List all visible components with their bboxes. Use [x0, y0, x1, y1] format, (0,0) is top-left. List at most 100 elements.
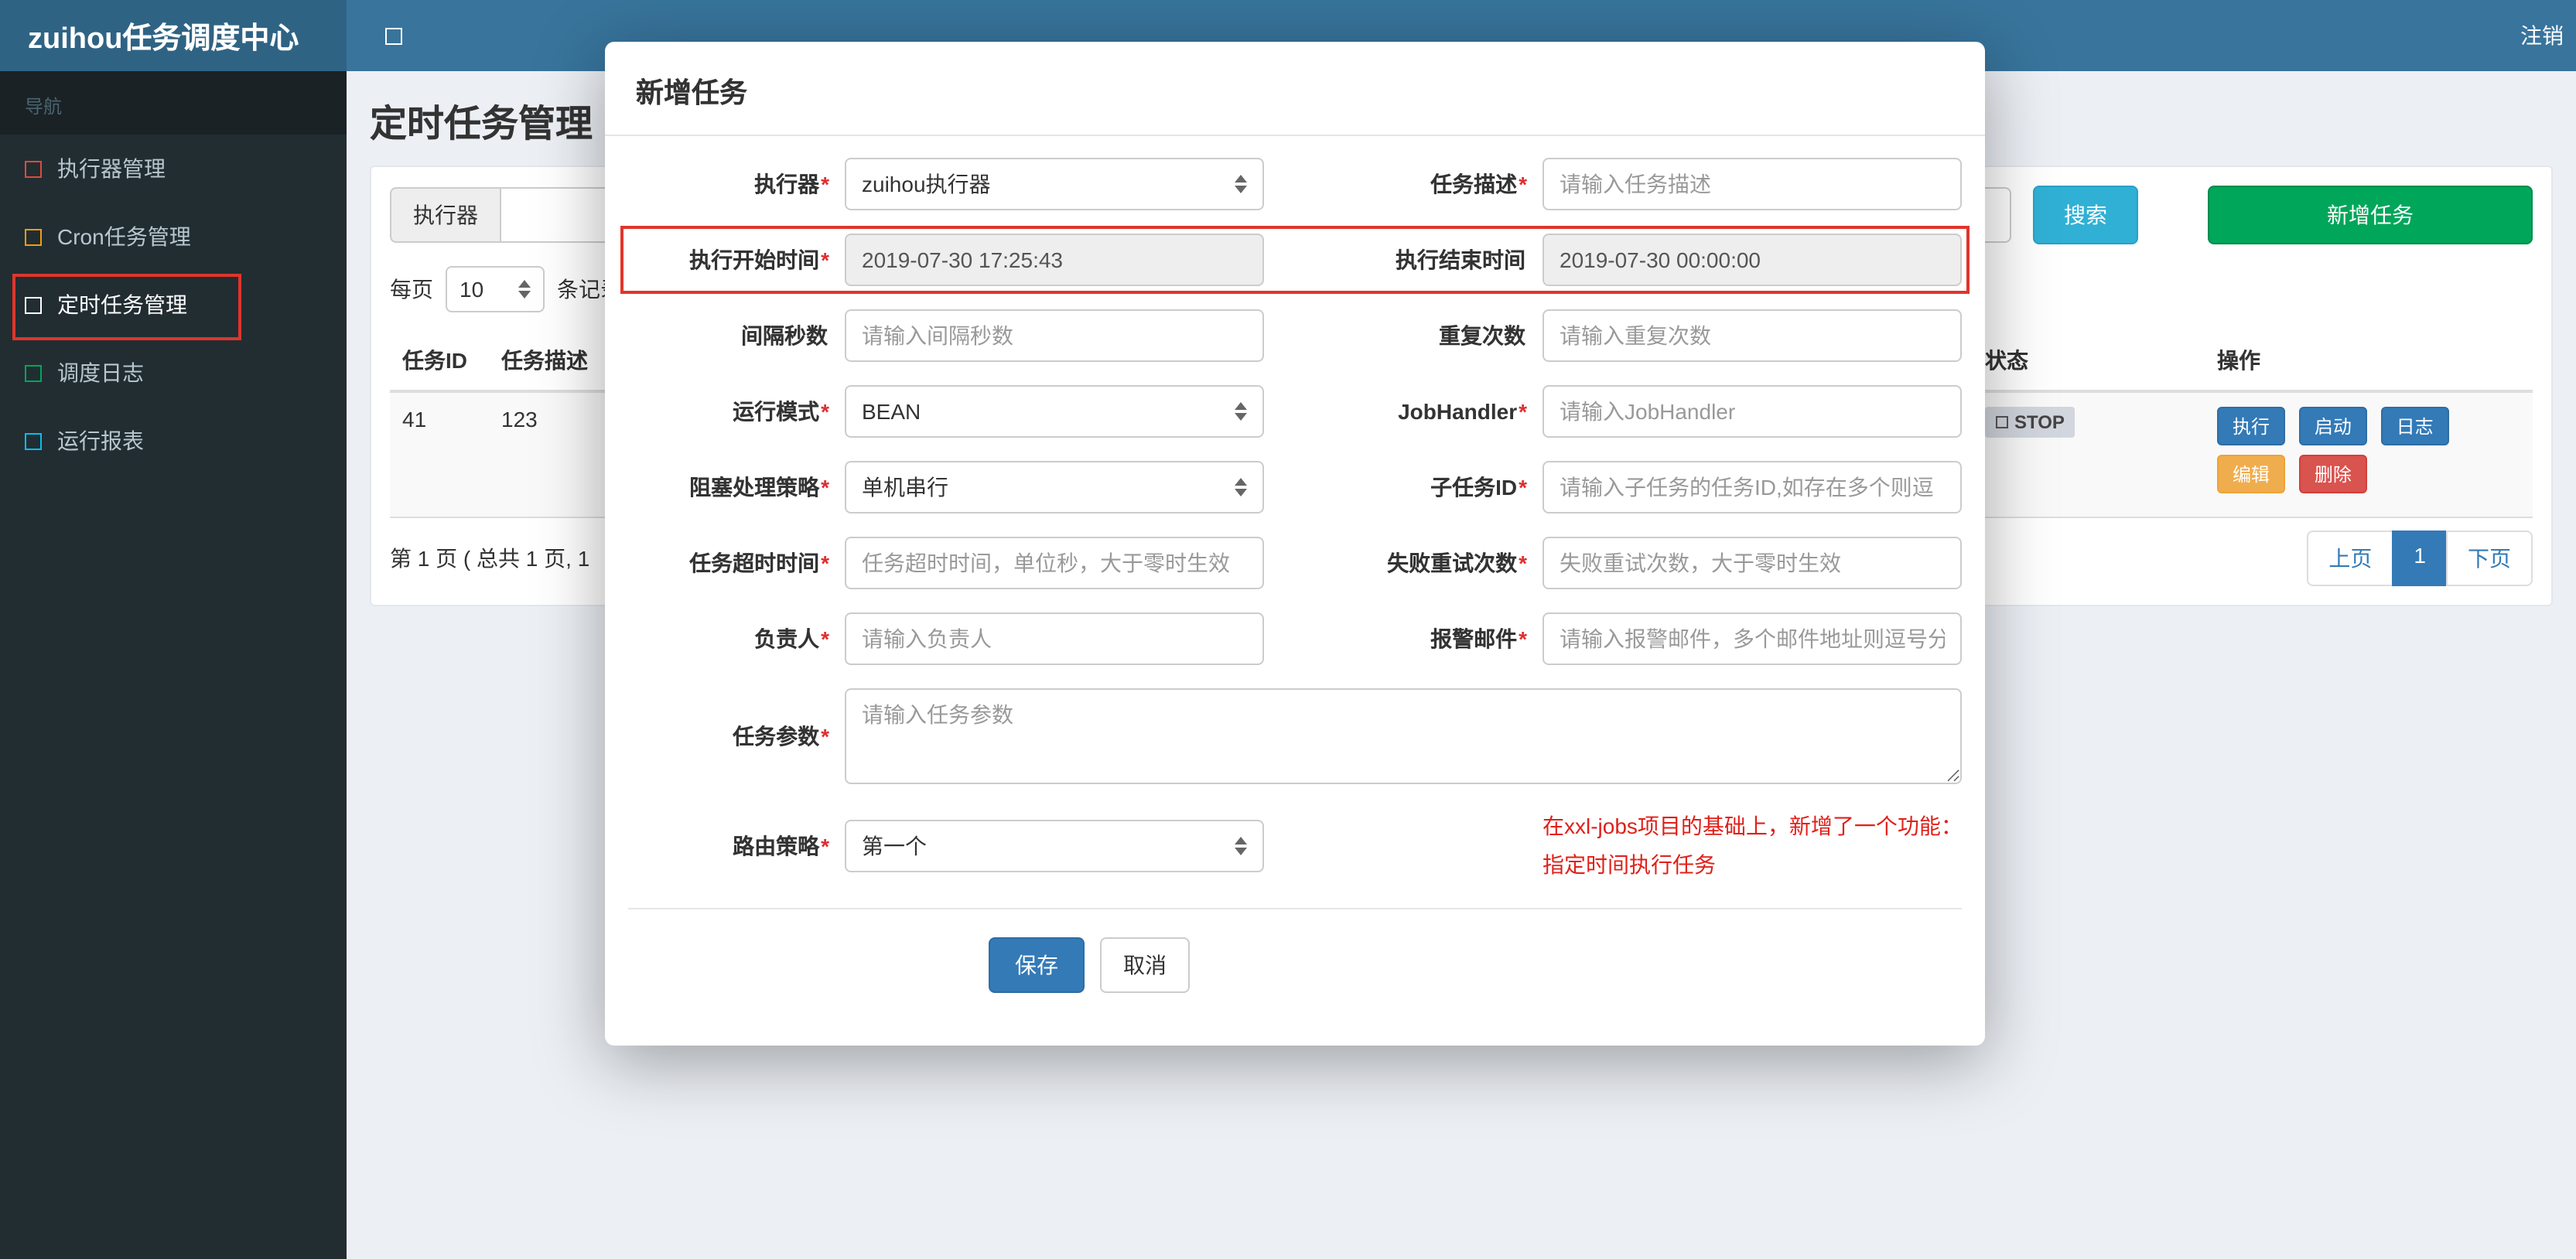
form-row: 间隔秒数 重复次数 [628, 309, 1962, 362]
sidebar-toggle-icon [384, 27, 401, 44]
executor-select[interactable]: zuihou执行器 [845, 158, 1264, 210]
owner-label: 负责人 * [754, 626, 829, 651]
square-icon [1996, 416, 2008, 428]
square-outline-icon [25, 228, 42, 245]
task-params-textarea[interactable] [845, 688, 1962, 784]
per-page-prefix: 每页 [390, 277, 433, 302]
sidebar-item-label: 定时任务管理 [57, 292, 187, 317]
feature-note-line2: 指定时间执行任务 [1543, 852, 1716, 877]
add-task-modal: 新增任务 执行器* zuihou执行器 任务描述* 执行开始时间* 执行结束时间 [605, 42, 1985, 1046]
pager: 上页 1 下页 [2307, 531, 2533, 586]
end-time-input[interactable] [1543, 234, 1962, 286]
sidebar: 导航 执行器管理 Cron任务管理 定时任务管理 调度日志 运行报表 [0, 71, 347, 1259]
jobhandler-input[interactable] [1543, 385, 1962, 438]
pagination-info: 第 1 页 ( 总共 1 页, 1 [390, 546, 590, 571]
sidebar-item-schedule-log[interactable]: 调度日志 [0, 339, 347, 407]
add-task-button[interactable]: 新增任务 [2208, 186, 2533, 244]
child-task-input[interactable] [1543, 461, 1962, 513]
sidebar-item-label: 运行报表 [57, 428, 144, 453]
end-time-label: 执行结束时间 [1396, 247, 1525, 272]
sidebar-item-cron-task-manage[interactable]: Cron任务管理 [0, 203, 347, 271]
block-strategy-select[interactable]: 单机串行 [845, 461, 1264, 513]
square-outline-icon [25, 432, 42, 449]
executor-label: 执行器 * [754, 172, 829, 196]
search-button[interactable]: 搜索 [2033, 186, 2138, 244]
run-button[interactable]: 执行 [2217, 407, 2286, 445]
status-text: STOP [2014, 411, 2065, 433]
repeat-count-label: 重复次数 [1439, 323, 1525, 348]
retry-count-input[interactable] [1543, 537, 1962, 589]
jobhandler-label: JobHandler * [1398, 399, 1527, 424]
start-time-label: 执行开始时间 * [689, 247, 829, 272]
start-time-input[interactable] [845, 234, 1264, 286]
child-task-label: 子任务ID * [1430, 475, 1527, 500]
select-value: 第一个 [862, 834, 927, 858]
per-page-select[interactable]: 10 [446, 266, 545, 312]
edit-button[interactable]: 编辑 [2217, 455, 2286, 493]
select-value: 单机串行 [862, 475, 948, 500]
log-button[interactable]: 日志 [2380, 407, 2449, 445]
sidebar-item-label: Cron任务管理 [57, 224, 191, 249]
annotated-time-row: 执行开始时间* 执行结束时间 [620, 226, 1970, 294]
sidebar-item-executor-manage[interactable]: 执行器管理 [0, 135, 347, 203]
square-outline-icon [25, 364, 42, 381]
form-row: 路由策略 * 第一个 在xxl-jobs项目的基础上，新增了一个功能： 指定时间执… [628, 807, 1963, 885]
run-mode-select[interactable]: BEAN [845, 385, 1264, 438]
owner-input[interactable] [845, 612, 1264, 665]
sidebar-item-timed-task-manage[interactable]: 定时任务管理 [0, 271, 347, 339]
form-row: 运行模式 * BEAN JobHandler * [628, 385, 1962, 438]
header-task-id: 任务ID [390, 331, 489, 393]
form-row: 任务超时时间* 失败重试次数* [628, 537, 1962, 589]
route-strategy-select[interactable]: 第一个 [845, 820, 1264, 872]
feature-note-line1: 在xxl-jobs项目的基础上，新增了一个功能： [1543, 814, 1963, 838]
logout-link[interactable]: 注销 [2520, 20, 2567, 51]
select-arrows-icon [1235, 837, 1247, 855]
prev-page-button[interactable]: 上页 [2307, 531, 2394, 586]
sidebar-item-run-report[interactable]: 运行报表 [0, 407, 347, 475]
route-strategy-label: 路由策略 * [733, 834, 829, 858]
app: zuihou任务调度中心 注销 导航 执行器管理 Cron任务管理 定时任务管理 [0, 0, 2576, 1259]
cell-task-id: 41 [390, 391, 489, 518]
start-button[interactable]: 启动 [2298, 407, 2367, 445]
sidebar-header: 导航 [0, 71, 347, 135]
timeout-input[interactable] [845, 537, 1264, 589]
retry-count-label: 失败重试次数 * [1387, 551, 1527, 575]
sidebar-toggle-button[interactable] [373, 15, 413, 56]
status-badge: STOP [1985, 407, 2075, 438]
interval-input[interactable] [845, 309, 1264, 362]
select-arrows-icon [518, 280, 531, 299]
page-1-button[interactable]: 1 [2392, 531, 2448, 586]
run-mode-label: 运行模式 * [733, 399, 829, 424]
alarm-email-input[interactable] [1543, 612, 1962, 665]
modal-title: 新增任务 [605, 42, 1985, 136]
save-button[interactable]: 保存 [989, 937, 1085, 993]
sidebar-item-label: 调度日志 [57, 360, 144, 385]
modal-body: 执行器* zuihou执行器 任务描述* 执行开始时间* 执行结束时间 间隔秒数 [605, 136, 1985, 1046]
square-outline-icon [25, 296, 42, 313]
form-row: 执行器 * zuihou执行器 任务描述 * [628, 158, 1962, 210]
repeat-count-input[interactable] [1543, 309, 1962, 362]
cancel-button[interactable]: 取消 [1100, 937, 1190, 993]
select-arrows-icon [1235, 478, 1247, 496]
app-brand: zuihou任务调度中心 [0, 0, 347, 71]
timeout-label: 任务超时时间 * [689, 551, 829, 575]
feature-note: 在xxl-jobs项目的基础上，新增了一个功能： 指定时间执行任务 [1543, 807, 1963, 885]
interval-label: 间隔秒数 [741, 323, 828, 348]
modal-footer: 保存 取消 [628, 909, 1962, 1046]
select-value: BEAN [862, 399, 921, 424]
alarm-email-label: 报警邮件 * [1430, 626, 1527, 651]
form-row: 任务参数 * [628, 688, 1962, 784]
select-arrows-icon [1235, 175, 1247, 193]
next-page-button[interactable]: 下页 [2446, 531, 2533, 586]
per-page-value: 10 [460, 277, 484, 302]
executor-filter-label: 执行器 [390, 187, 500, 243]
form-row: 负责人* 报警邮件* [628, 612, 1962, 665]
header-actions: 操作 [2205, 331, 2533, 393]
task-desc-input[interactable] [1543, 158, 1962, 210]
delete-button[interactable]: 删除 [2298, 455, 2367, 493]
task-desc-label: 任务描述 * [1430, 172, 1527, 196]
form-row: 阻塞处理策略 * 单机串行 子任务ID * [628, 461, 1962, 513]
sidebar-item-label: 执行器管理 [57, 156, 166, 181]
sidebar-menu: 执行器管理 Cron任务管理 定时任务管理 调度日志 运行报表 [0, 135, 347, 475]
task-params-label: 任务参数 * [733, 724, 829, 749]
